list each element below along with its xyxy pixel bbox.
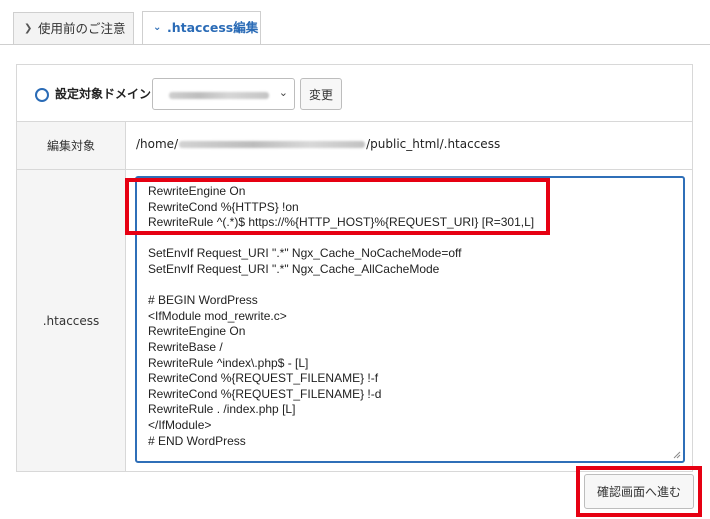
domain-select-value-redacted [169, 92, 269, 99]
domain-label: 設定対象ドメイン [55, 87, 152, 101]
path-suffix: /public_html/.htaccess [366, 137, 501, 151]
chevron-down-icon: ⌄ [153, 22, 162, 33]
confirm-button[interactable]: 確認画面へ進む [584, 474, 694, 509]
change-button[interactable]: 変更 [300, 78, 342, 110]
tab-precautions-label: 使用前のご注意 [38, 21, 126, 36]
settings-panel: 設定対象ドメイン ⌄ 変更 編集対象 /home/ /public_html/.h… [16, 64, 693, 472]
tab-htaccess-edit[interactable]: ⌄ .htaccess編集 [142, 11, 261, 45]
tab-precautions[interactable]: ❯ 使用前のご注意 [13, 12, 134, 44]
tab-bar: ❯ 使用前のご注意 ⌄ .htaccess編集 [0, 0, 710, 45]
target-row: 編集対象 /home/ /public_html/.htaccess [17, 122, 692, 170]
chevron-down-icon: ⌄ [278, 86, 288, 99]
radio-selected-icon[interactable] [35, 88, 49, 102]
tab-divider [0, 44, 710, 45]
tab-htaccess-edit-label: .htaccess編集 [167, 20, 259, 35]
domain-select[interactable]: ⌄ [152, 78, 295, 110]
htaccess-label: .htaccess [17, 170, 126, 471]
target-label: 編集対象 [17, 122, 126, 169]
highlight-box-rewrite-rules [125, 178, 550, 235]
path-prefix: /home/ [136, 137, 179, 151]
resize-handle-icon[interactable] [673, 451, 681, 459]
chevron-right-icon: ❯ [24, 23, 33, 34]
target-path: /home/ /public_html/.htaccess [136, 137, 500, 151]
path-redacted [179, 141, 366, 148]
domain-row: 設定対象ドメイン ⌄ 変更 [17, 65, 692, 122]
